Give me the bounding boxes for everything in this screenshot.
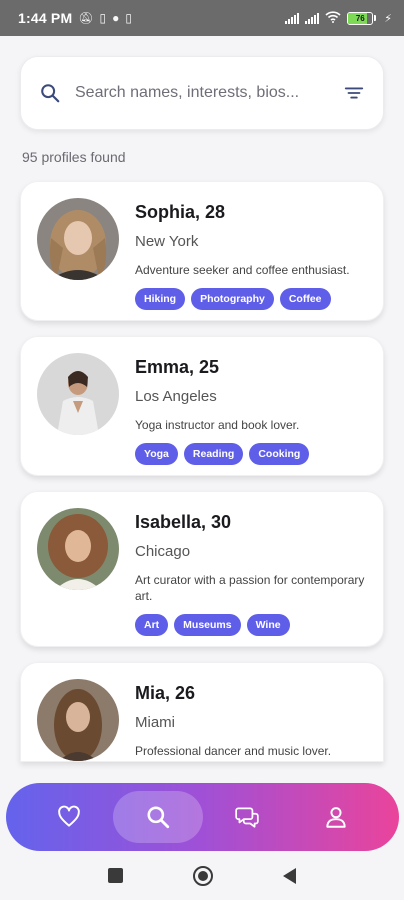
profile-name: Mia, 26 <box>135 683 196 703</box>
recent-apps-icon[interactable] <box>108 868 123 883</box>
profile-location: Chicago <box>135 543 191 560</box>
search-icon <box>147 806 170 829</box>
profile-bio: Yoga instructor and book lover. <box>135 418 300 432</box>
signal-icon <box>285 12 300 24</box>
interest-tags: Yoga Reading Cooking <box>135 443 369 465</box>
signal-icon <box>305 12 320 24</box>
nav-favorites[interactable] <box>24 791 113 843</box>
interest-tag: Wine <box>246 614 290 636</box>
status-time: 1:44 PM <box>18 10 73 26</box>
charging-icon: ⚡︎ <box>384 12 392 25</box>
profile-card[interactable]: Mia, 26 Miami Professional dancer and mu… <box>20 662 384 762</box>
interest-tag: Photography <box>191 288 274 310</box>
results-count: 95 profiles found <box>22 149 126 165</box>
battery-icon: 76 <box>347 11 377 25</box>
search-icon <box>41 84 60 103</box>
nav-search[interactable] <box>113 791 203 843</box>
whatsapp-icon: ● <box>112 11 120 25</box>
interest-tag: Cooking <box>249 443 310 465</box>
interest-tags: Art Museums Wine <box>135 614 369 636</box>
wifi-icon <box>325 10 341 26</box>
profile-icon <box>326 807 347 828</box>
profile-card[interactable]: Isabella, 30 Chicago Art curator with a … <box>20 491 384 647</box>
system-nav-bar <box>0 851 404 900</box>
profile-location: Los Angeles <box>135 388 217 405</box>
interest-tag: Reading <box>183 443 244 465</box>
search-input[interactable] <box>75 84 333 102</box>
nav-messages[interactable] <box>203 791 292 843</box>
avatar <box>37 679 119 761</box>
interest-tag: Museums <box>174 614 241 636</box>
interest-tag: Hiking <box>135 288 186 310</box>
bottom-nav <box>6 783 399 851</box>
search-bar[interactable] <box>20 56 384 130</box>
interest-tag: Art <box>135 614 169 636</box>
battery-level: 76 <box>355 13 365 23</box>
profile-card[interactable]: Sophia, 28 New York Adventure seeker and… <box>20 181 384 321</box>
profile-bio: Professional dancer and music lover. <box>135 744 332 758</box>
sim-icon: ▯ <box>99 11 107 25</box>
nav-profile[interactable] <box>292 791 381 843</box>
profile-location: Miami <box>135 714 175 731</box>
mute-icon: 🔕︎ <box>78 11 94 25</box>
interest-tags: Hiking Photography Coffee <box>135 288 369 310</box>
profile-name: Emma, 25 <box>135 357 220 377</box>
sim-icon: ▯ <box>125 11 133 25</box>
filter-icon[interactable] <box>343 82 365 104</box>
back-icon[interactable] <box>283 867 296 884</box>
profile-bio: Adventure seeker and coffee enthusiast. <box>135 263 350 277</box>
profile-name: Sophia, 28 <box>135 202 226 222</box>
interest-tag: Yoga <box>135 443 178 465</box>
avatar <box>37 508 119 590</box>
status-bar: 1:44 PM 🔕︎ ▯ ● ▯ 76 ⚡︎ <box>0 0 404 36</box>
profile-card[interactable]: Emma, 25 Los Angeles Yoga instructor and… <box>20 336 384 476</box>
avatar <box>37 198 119 280</box>
chat-icon <box>235 807 259 828</box>
heart-icon <box>57 805 80 827</box>
profile-bio: Art curator with a passion for contempor… <box>135 573 365 603</box>
profile-location: New York <box>135 233 199 250</box>
avatar <box>37 353 119 435</box>
profile-name: Isabella, 30 <box>135 512 232 532</box>
interest-tag: Coffee <box>279 288 331 310</box>
home-icon[interactable] <box>193 865 213 886</box>
